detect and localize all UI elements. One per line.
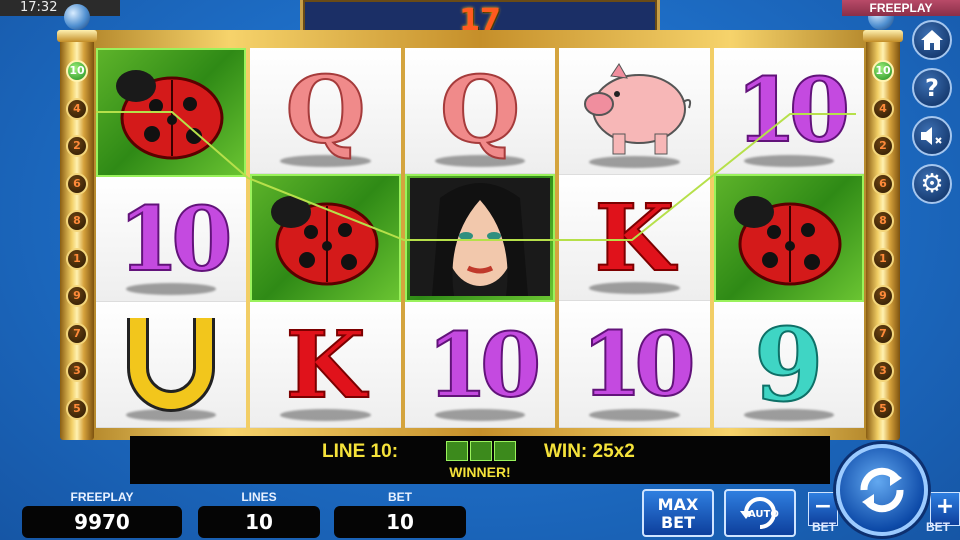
- symbol-woman-graphic: [410, 177, 551, 299]
- symbol-ten: 10: [559, 301, 710, 429]
- reel-4: K 10: [559, 48, 710, 429]
- symbol-king: K: [559, 174, 710, 302]
- symbol-horseshoe: [96, 302, 247, 429]
- line-marker-3: 3: [66, 360, 88, 382]
- line-marker-5: 5: [66, 397, 88, 420]
- left-pillar-cap: [57, 30, 97, 42]
- help-button[interactable]: ?: [912, 68, 952, 108]
- settings-button[interactable]: ⚙: [912, 164, 952, 204]
- auto-button[interactable]: AUTO: [724, 489, 796, 537]
- settings-icon: ⚙: [920, 169, 944, 199]
- spin-button[interactable]: [836, 444, 928, 536]
- bet-minus-label: BET: [812, 520, 836, 534]
- sound-button[interactable]: [912, 116, 952, 156]
- line-marker-2: 2: [66, 135, 88, 157]
- line-marker-5: 5: [872, 397, 894, 420]
- line-marker-1: 1: [872, 247, 894, 270]
- winner-text: WINNER!: [449, 464, 511, 480]
- symbol-ladybug: [250, 173, 401, 303]
- line-marker-3: 3: [872, 360, 894, 382]
- symbol-ten-graphic: 10: [580, 312, 697, 417]
- home-button[interactable]: [912, 20, 952, 60]
- freeplay-label: FREEPLAY: [70, 490, 134, 504]
- symbol-ladybug-graphic: [261, 182, 391, 295]
- line-marker-2: 2: [872, 135, 894, 157]
- line-marker-9: 9: [872, 285, 894, 307]
- line-marker-4: 4: [872, 97, 894, 120]
- line-marker-7: 7: [872, 322, 894, 345]
- symbol-queen-graphic: Q: [439, 56, 521, 165]
- symbol-queen-graphic: Q: [285, 56, 367, 165]
- reel-3: Q 10: [404, 48, 556, 429]
- line-marker-9: 9: [66, 285, 88, 307]
- bet-plus-label: BET: [926, 520, 950, 534]
- symbol-king-graphic: K: [593, 183, 675, 292]
- bet-value[interactable]: 10: [334, 506, 466, 538]
- spin-icon: [860, 467, 904, 513]
- auto-label: AUTO: [748, 509, 779, 520]
- clock: 17:32: [0, 0, 120, 16]
- symbol-nine-graphic: 9: [753, 305, 825, 424]
- symbol-ladybug: [96, 48, 247, 177]
- ladybug-mini-icon: [494, 441, 516, 461]
- reel-5: 10 9: [713, 48, 865, 429]
- symbol-ten: 10: [96, 176, 247, 303]
- symbol-horseshoe-graphic: [116, 308, 226, 421]
- symbol-ten-graphic: 10: [735, 58, 852, 163]
- symbol-pig-graphic: [569, 54, 699, 167]
- symbol-nine: 9: [713, 302, 865, 429]
- help-icon: ?: [925, 74, 939, 102]
- line-marker-4: 4: [66, 97, 88, 120]
- symbol-queen: Q: [404, 48, 556, 174]
- line-marker-10: 10: [66, 60, 88, 82]
- line-marker-6: 6: [872, 172, 894, 195]
- orb-left-decoration: [64, 4, 90, 30]
- symbol-woman: [404, 173, 556, 303]
- symbol-ten: 10: [713, 48, 865, 174]
- line-marker-10: 10: [872, 60, 894, 82]
- freeplay-balance: 9970: [22, 506, 182, 538]
- symbol-ten: 10: [404, 302, 556, 429]
- ladybug-mini-icon: [446, 441, 468, 461]
- right-pillar-cap: [863, 30, 903, 42]
- lines-label: LINES: [241, 490, 277, 504]
- sound-muted-icon: [921, 127, 942, 145]
- symbol-ladybug: [713, 173, 865, 303]
- line-marker-6: 6: [66, 172, 88, 195]
- symbol-king-graphic: K: [285, 310, 367, 419]
- symbol-ladybug-graphic: [724, 182, 854, 295]
- line-marker-7: 7: [66, 322, 88, 345]
- home-icon: [921, 30, 943, 50]
- symbol-ten-graphic: 10: [426, 312, 543, 417]
- reels-area: 10 Q K Q 10 K 10 10 9: [96, 48, 865, 429]
- win-line-label: LINE 10:: [322, 441, 399, 462]
- freeplay-badge: FREEPLAY: [842, 0, 960, 16]
- lines-value[interactable]: 10: [198, 506, 320, 538]
- symbol-pig: [559, 48, 710, 175]
- symbol-ten-graphic: 10: [117, 187, 234, 291]
- symbol-ladybug-graphic: [106, 56, 236, 169]
- line-marker-8: 8: [66, 210, 88, 232]
- reel-2: Q K: [250, 48, 401, 429]
- bet-label: BET: [388, 490, 412, 504]
- line-marker-8: 8: [872, 210, 894, 232]
- reel-1: 10: [96, 48, 247, 429]
- symbol-queen: Q: [250, 48, 401, 174]
- max-bet-button[interactable]: MAX BET: [642, 489, 714, 537]
- symbol-king: K: [250, 302, 401, 429]
- line-marker-1: 1: [66, 247, 88, 270]
- ladybug-mini-icon: [470, 441, 492, 461]
- win-amount: WIN: 25x2: [544, 441, 635, 462]
